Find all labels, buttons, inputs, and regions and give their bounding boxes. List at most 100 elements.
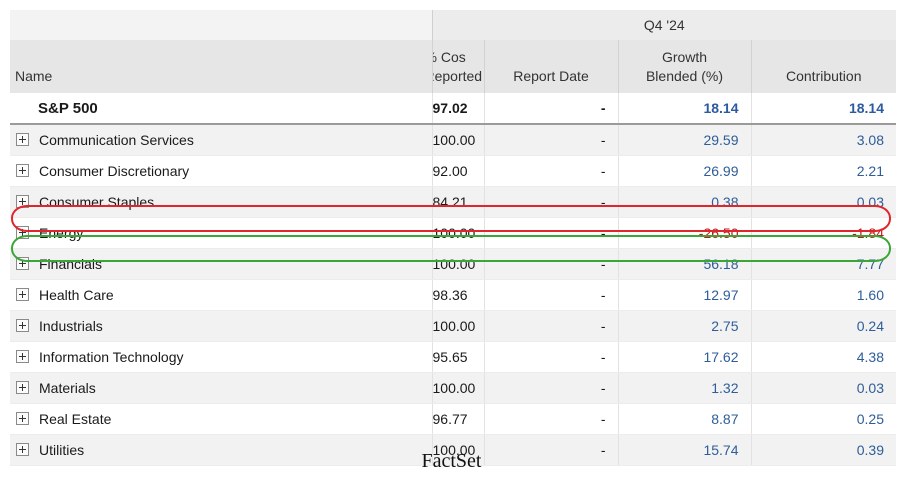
sector-name-cell[interactable]: Consumer Staples (10, 186, 432, 218)
sector-row[interactable]: Energy 100.00- -26.50 -1.84 (10, 217, 896, 249)
expand-plus-icon[interactable] (16, 350, 29, 363)
sector-name-cell[interactable]: Financials (10, 248, 432, 280)
expand-plus-icon[interactable] (16, 164, 29, 177)
sector-row[interactable]: Real Estate 96.77-8.87 0.25 (10, 403, 896, 435)
report-date: - (483, 155, 618, 187)
contribution: 1.60 (750, 279, 896, 311)
col-header-growth-line2: Blended (%) (645, 68, 724, 84)
expand-plus-icon[interactable] (16, 257, 29, 270)
total-report-date: - (483, 93, 618, 125)
growth-blended: 0.38 (617, 186, 751, 218)
growth-blended: 17.62 (617, 341, 751, 373)
sector-name: Financials (39, 256, 103, 272)
sector-row[interactable]: Consumer Discretionary 92.00-26.99 2.21 (10, 155, 896, 187)
sector-name-cell[interactable]: Consumer Discretionary (10, 155, 432, 187)
growth-blended: 26.99 (617, 155, 751, 187)
cos-reported: 92.00 (431, 155, 484, 187)
expand-plus-icon[interactable] (16, 381, 29, 394)
cos-reported: 84.21 (431, 186, 484, 218)
report-date: - (483, 279, 618, 311)
cos-reported: 100.00 (431, 217, 484, 249)
column-header-row: Name % Cos Reported Report Date Growth Ble… (10, 40, 896, 93)
sector-name: Consumer Discretionary (39, 163, 190, 179)
sector-name: Energy (39, 225, 84, 241)
earnings-growth-table: Q4 '24 Name % Cos Reported Report Date Gr… (10, 10, 896, 466)
growth-blended: 29.59 (617, 124, 751, 156)
report-date: - (483, 124, 618, 156)
sector-name: Materials (39, 380, 96, 396)
report-date: - (483, 341, 618, 373)
contribution: 4.38 (750, 341, 896, 373)
sector-row[interactable]: Industrials 100.00-2.75 0.24 (10, 310, 896, 342)
cos-reported: 100.00 (431, 248, 484, 280)
cos-reported: 100.00 (431, 372, 484, 404)
cos-reported: 96.77 (431, 403, 484, 435)
sector-row[interactable]: Communication Services 100.00-29.59 3.08 (10, 124, 896, 156)
expand-plus-icon[interactable] (16, 195, 29, 208)
sector-name: Consumer Staples (39, 194, 155, 210)
total-name: S&P 500 (10, 93, 432, 125)
growth-blended: -26.50 (617, 217, 751, 249)
sector-name: Communication Services (39, 132, 194, 148)
report-date: - (483, 186, 618, 218)
report-date: - (483, 310, 618, 342)
sector-name-cell[interactable]: Industrials (10, 310, 432, 342)
sector-name-cell[interactable]: Information Technology (10, 341, 432, 373)
expand-plus-icon[interactable] (16, 288, 29, 301)
growth-blended: 2.75 (617, 310, 751, 342)
contribution: 7.77 (750, 248, 896, 280)
expand-plus-icon[interactable] (16, 133, 29, 146)
contribution: 0.03 (750, 372, 896, 404)
sector-row[interactable]: Materials 100.00-1.32 0.03 (10, 372, 896, 404)
growth-blended: 56.18 (617, 248, 751, 280)
growth-blended: 12.97 (617, 279, 751, 311)
sector-name: Information Technology (39, 349, 184, 365)
cos-reported: 98.36 (431, 279, 484, 311)
col-header-cos-line2: Reported (433, 68, 483, 84)
contribution: 3.08 (750, 124, 896, 156)
sector-name-cell[interactable]: Energy (10, 217, 432, 249)
header-spacer (10, 10, 432, 40)
sector-name-cell[interactable]: Real Estate (10, 403, 432, 435)
contribution: 2.21 (750, 155, 896, 187)
report-date: - (483, 217, 618, 249)
sector-name: Real Estate (39, 411, 112, 427)
sector-name-cell[interactable]: Communication Services (10, 124, 432, 156)
report-date: - (483, 248, 618, 280)
contribution: 0.03 (750, 186, 896, 218)
col-header-cos-reported[interactable]: % Cos Reported (431, 40, 484, 93)
growth-blended: 1.32 (617, 372, 751, 404)
header-group-row: Q4 '24 (10, 10, 896, 40)
sector-row[interactable]: Health Care 98.36-12.97 1.60 (10, 279, 896, 311)
total-row: S&P 500 97.02 - 18.14 18.14 (10, 93, 896, 125)
sector-row[interactable]: Financials 100.00-56.18 7.77 (10, 248, 896, 280)
report-date: - (483, 372, 618, 404)
contribution: -1.84 (750, 217, 896, 249)
expand-plus-icon[interactable] (16, 412, 29, 425)
sector-name: Health Care (39, 287, 114, 303)
report-date: - (483, 403, 618, 435)
total-growth: 18.14 (617, 93, 751, 125)
col-header-report-date[interactable]: Report Date (483, 40, 618, 93)
quarter-header: Q4 '24 (431, 10, 896, 40)
cos-reported: 95.65 (431, 341, 484, 373)
expand-plus-icon[interactable] (16, 319, 29, 332)
source-caption: FactSet (421, 450, 482, 472)
sector-name-cell[interactable]: Materials (10, 372, 432, 404)
col-header-contribution[interactable]: Contribution (750, 40, 896, 93)
cos-reported: 100.00 (431, 124, 484, 156)
col-header-cos-line1: % Cos (433, 49, 466, 65)
cos-reported: 100.00 (431, 310, 484, 342)
sector-name: Industrials (39, 318, 103, 334)
contribution: 0.24 (750, 310, 896, 342)
total-contribution: 18.14 (750, 93, 896, 125)
sector-row[interactable]: Information Technology 95.65-17.62 4.38 (10, 341, 896, 373)
growth-blended: 8.87 (617, 403, 751, 435)
expand-plus-icon[interactable] (16, 226, 29, 239)
sector-row[interactable]: Consumer Staples 84.21-0.38 0.03 (10, 186, 896, 218)
col-header-growth[interactable]: Growth Blended (%) (617, 40, 751, 93)
col-header-growth-line1: Growth (661, 49, 708, 65)
contribution: 0.25 (750, 403, 896, 435)
col-header-name[interactable]: Name (10, 40, 432, 93)
sector-name-cell[interactable]: Health Care (10, 279, 432, 311)
